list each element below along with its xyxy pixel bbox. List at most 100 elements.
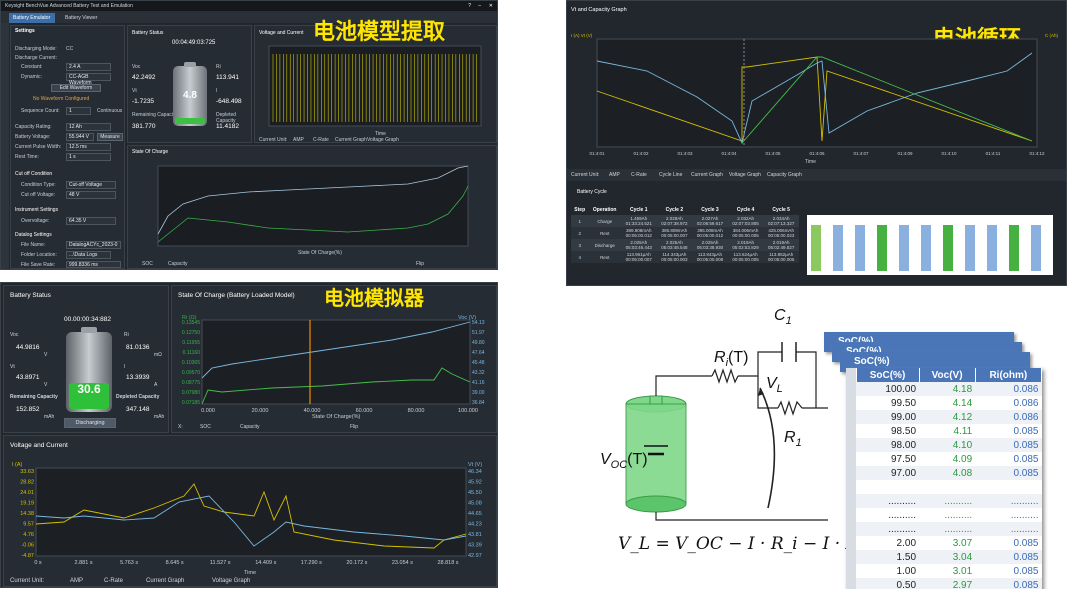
excel-cell: 100.00: [885, 383, 917, 395]
close-icon[interactable]: ✕: [489, 1, 493, 11]
emu-ri-tick: 0.12750: [182, 330, 200, 336]
emu-vt-tick: 44.65: [468, 511, 482, 517]
discharging-button[interactable]: Discharging: [64, 418, 116, 428]
battery-voltage-input[interactable]: 55.944 V: [66, 133, 94, 141]
cycle-bar: [1031, 225, 1041, 271]
emu-current-graph-checkbox[interactable]: Current Graph: [146, 578, 184, 584]
condition-type-select[interactable]: Cut-off Voltage: [66, 181, 116, 189]
cycle-table-header: Cycle 4: [736, 207, 755, 213]
datalog-header[interactable]: Datalog Settings: [15, 232, 52, 238]
excel-cell: 4.10: [952, 439, 973, 451]
capacity-rating-label: Capacity Rating:: [15, 124, 52, 130]
measure-button[interactable]: Measure: [97, 133, 123, 141]
minimize-icon[interactable]: –: [478, 1, 481, 11]
cycle-amp-radio[interactable]: AMP: [609, 172, 620, 178]
cycle-table-cell: 113.624µAh 00:05:00.005: [732, 252, 759, 262]
emu-amp-radio[interactable]: AMP: [70, 578, 83, 584]
excel-cell: ..........: [888, 509, 917, 521]
excel-corner: [846, 368, 857, 382]
excel-row: 1.00 3.01 0.085: [846, 564, 1042, 578]
rest-time-input[interactable]: 1 s: [66, 153, 111, 161]
cycle-x-tick: 01:4:02: [633, 151, 649, 156]
cycle-bar: [1009, 225, 1019, 271]
excel-cell: 1.00: [896, 565, 917, 577]
emu-capacity-radio[interactable]: Capacity: [240, 424, 259, 430]
flip-checkbox[interactable]: Flip: [416, 261, 424, 267]
discharge-current-label: Discharge Current:: [15, 55, 57, 61]
soc-xlabel: State Of Charge(%): [298, 250, 342, 256]
pulse-width-input[interactable]: 12.5 ms: [66, 143, 111, 151]
cycle-current-graph[interactable]: Current Graph: [691, 172, 723, 178]
emu-time-tick: 0 s: [34, 560, 42, 566]
equation: V_L = V_OC − I · R_i − I · Z_1: [618, 534, 877, 554]
dynamic-select[interactable]: CC-AGB Waveform: [66, 73, 111, 86]
rest-time-label: Rest Time:: [15, 154, 39, 160]
emu-time-tick: 23.054 s: [392, 560, 413, 566]
capacity-radio[interactable]: Capacity: [168, 261, 187, 267]
capacity-rating-input[interactable]: 12 Ah: [66, 123, 111, 131]
cycle-table-cell: 385.808mAh 00:05:00.007: [661, 228, 688, 238]
continuous-checkbox[interactable]: Continuous: [97, 108, 122, 114]
cycle-voltage-graph[interactable]: Voltage Graph: [729, 172, 761, 178]
c-rate-radio[interactable]: C-Rate: [313, 137, 329, 143]
file-name-label: File Name:: [21, 242, 46, 248]
file-name-input[interactable]: DatalogACYc_2023-0: [66, 241, 121, 249]
constant-input[interactable]: 2.4 A: [66, 63, 111, 71]
dynamic-radio[interactable]: Dynamic:: [21, 74, 42, 80]
settings-panel: Settings Discharging Mode: CC Discharge …: [10, 25, 125, 269]
current-graph-checkbox[interactable]: Current Graph: [335, 137, 367, 143]
sequence-count-input[interactable]: 1: [66, 107, 91, 115]
battery-icon: 4.8: [173, 62, 207, 126]
voltage-graph-checkbox[interactable]: Voltage Graph: [367, 137, 399, 143]
cycle-x-tick: 01:4:06: [809, 151, 825, 156]
cycle-capacity-graph[interactable]: Capacity Graph: [767, 172, 802, 178]
soc-radio[interactable]: SOC: [142, 261, 153, 267]
constant-radio[interactable]: Constant:: [21, 64, 42, 70]
emu-i-tick: 9.57: [23, 522, 34, 528]
cycle-table-row: 4 Rest 113.961µAh 00:05:00.007 114.343µAh 0…: [571, 251, 799, 263]
cutoff-voltage-input[interactable]: 48 V: [66, 191, 116, 199]
emu-flip-checkbox[interactable]: Flip: [350, 424, 358, 430]
emu-x-label: X:: [178, 424, 183, 430]
help-icon[interactable]: ?: [468, 1, 471, 11]
cycle-table: Step Operation Cycle 1 Cycle 2 Cycle 3 Cycle …: [571, 205, 799, 263]
remaining-capacity-value: 381.770: [132, 123, 156, 130]
cycle-table-cell: 2.027Ah 02:06:59.617: [696, 216, 724, 226]
excel-cell: 4.08: [952, 467, 973, 479]
emu-voc-unit: V: [44, 352, 48, 358]
emu-vt-tick: 43.39: [468, 543, 482, 549]
emu-voltage-graph-checkbox[interactable]: Voltage Graph: [212, 578, 250, 584]
emu-rc-label: Remaining Capacity: [10, 394, 58, 400]
battery-cycle-header[interactable]: Battery Cycle: [577, 189, 607, 195]
cutoff-header[interactable]: Cut off Condition: [15, 171, 52, 177]
emu-voc-tick: 54.13: [472, 320, 485, 326]
emu-time-tick: 11.527 s: [210, 560, 231, 566]
voc-value: 42.2492: [132, 74, 156, 81]
cycle-c-rate-radio[interactable]: C-Rate: [631, 172, 647, 178]
edit-waveform-button[interactable]: Edit Waveform: [51, 84, 101, 92]
tab-battery-emulator[interactable]: Battery Emulator: [9, 13, 55, 23]
emu-i-value: 13.3939: [126, 374, 150, 381]
ri-value: 113.941: [216, 74, 240, 81]
excel-cell: 0.085: [1013, 551, 1039, 563]
instrument-settings-header[interactable]: Instrument Settings: [15, 207, 58, 213]
cycle-x-tick: 01:4:04: [721, 151, 737, 156]
emu-voc-tick: 49.80: [472, 340, 485, 346]
excel-cell: 98.00: [890, 439, 917, 451]
overvoltage-input[interactable]: 64.35 V: [66, 217, 116, 225]
emu-soc-radio[interactable]: SOC: [200, 424, 211, 430]
emu-c-rate-radio[interactable]: C-Rate: [104, 578, 123, 584]
amp-radio[interactable]: AMP: [293, 137, 304, 143]
settings-header[interactable]: Settings: [15, 28, 35, 34]
file-save-input[interactable]: 999.8336 ms: [66, 261, 121, 268]
tab-battery-viewer[interactable]: Battery Viewer: [61, 13, 107, 23]
excel-cell: [919, 480, 975, 494]
emu-i-tick: -4.87: [21, 553, 34, 559]
cycle-line-checkbox[interactable]: Cycle Line: [659, 172, 682, 178]
folder-input[interactable]: ...\Data Logs: [66, 251, 111, 259]
emu-vt-tick: 45.92: [468, 480, 482, 486]
cycle-table-cell: 2.028Ah 02:07:38.972: [661, 216, 688, 226]
excel-header: Voc(V): [919, 368, 976, 382]
excel-row-header: [846, 382, 856, 396]
excel-row: ..............................: [846, 522, 1042, 536]
